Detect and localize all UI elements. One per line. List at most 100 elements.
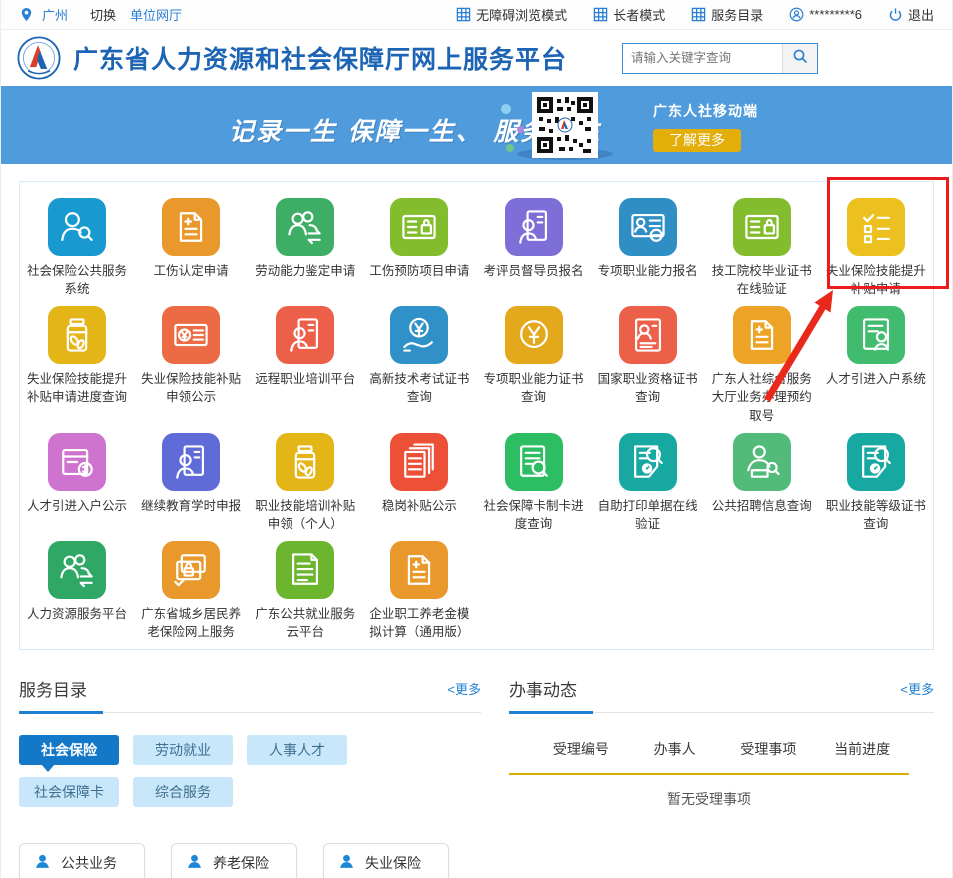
service-tile[interactable]: 职业技能培训补贴申领（个人） bbox=[248, 427, 362, 535]
catalog-tab[interactable]: 社会保险 bbox=[19, 735, 119, 765]
service-tile[interactable]: 工伤预防项目申请 bbox=[362, 192, 476, 300]
service-tile[interactable]: 稳岗补贴公示 bbox=[362, 427, 476, 535]
service-tile[interactable]: 公共招聘信息查询 bbox=[705, 427, 819, 535]
service-tile[interactable]: 专项职业能力报名 bbox=[591, 192, 705, 300]
accessibility-mode-button[interactable]: 无障碍浏览模式 bbox=[456, 5, 567, 24]
service-tile[interactable]: 失业保险技能提升补贴申请 bbox=[819, 192, 933, 300]
user-account-button[interactable]: *********6 bbox=[789, 7, 862, 22]
service-label: 高新技术考试证书查询 bbox=[366, 370, 472, 406]
activity-section: 办事动态 <更多 受理编号办事人受理事项当前进度 暂无受理事项 bbox=[509, 676, 934, 878]
activity-column-header: 当前进度 bbox=[815, 739, 909, 759]
person-icon bbox=[338, 853, 355, 873]
site-header: 广东省人力资源和社会保障厅网上服务平台 bbox=[1, 30, 952, 86]
service-tile[interactable]: 继续教育学时申报 bbox=[134, 427, 248, 535]
doc-search-person-icon bbox=[847, 306, 905, 364]
service-catalog-section: 服务目录 <更多 社会保险劳动就业人事人才社会保障卡综合服务 公共业务 养老保险 失… bbox=[19, 676, 481, 878]
activity-column-header: 受理事项 bbox=[722, 739, 816, 759]
service-tile[interactable]: 远程职业培训平台 bbox=[248, 300, 362, 426]
portal-page: 广州 切换 单位网厅 无障碍浏览模式 长者模式 服务目录 bbox=[0, 0, 953, 878]
location-label[interactable]: 广州 bbox=[42, 5, 68, 24]
grid-icon bbox=[456, 7, 471, 22]
service-tile[interactable]: 专项职业能力证书查询 bbox=[477, 300, 591, 426]
service-tile[interactable]: 技工院校毕业证书在线验证 bbox=[705, 192, 819, 300]
service-tile[interactable]: 失业保险技能提升补贴申请进度查询 bbox=[20, 300, 134, 426]
grid-icon bbox=[691, 7, 706, 22]
service-directory-button[interactable]: 服务目录 bbox=[691, 5, 763, 24]
service-label: 人力资源服务平台 bbox=[24, 605, 130, 623]
service-tile[interactable]: 社会保险公共服务系统 bbox=[20, 192, 134, 300]
username-label: *********6 bbox=[809, 7, 862, 22]
service-label: 远程职业培训平台 bbox=[252, 370, 358, 388]
service-label: 专项职业能力报名 bbox=[595, 262, 701, 280]
person-search-icon bbox=[48, 198, 106, 256]
service-tile[interactable]: 国家职业资格证书查询 bbox=[591, 300, 705, 426]
card-lock-icon bbox=[733, 198, 791, 256]
service-label: 稳岗补贴公示 bbox=[366, 497, 472, 515]
doc-search-at-icon bbox=[847, 433, 905, 491]
catalog-tab[interactable]: 人事人才 bbox=[247, 735, 347, 765]
activity-column-header: 受理编号 bbox=[534, 739, 628, 759]
catalog-button[interactable]: 养老保险 bbox=[171, 843, 297, 878]
service-tile[interactable]: 社会保障卡制卡进度查询 bbox=[477, 427, 591, 535]
catalog-more-link[interactable]: <更多 bbox=[447, 679, 481, 698]
activity-empty-text: 暂无受理事项 bbox=[509, 789, 909, 809]
search-box bbox=[622, 43, 818, 74]
logout-label: 退出 bbox=[908, 5, 934, 24]
service-tile[interactable]: 职业技能等级证书查询 bbox=[819, 427, 933, 535]
elder-mode-label: 长者模式 bbox=[613, 5, 665, 24]
card-lock-check-icon bbox=[162, 541, 220, 599]
catalog-title: 服务目录 bbox=[19, 681, 87, 700]
top-bar: 广州 切换 单位网厅 无障碍浏览模式 长者模式 服务目录 bbox=[1, 0, 952, 30]
docs-stack-icon bbox=[390, 433, 448, 491]
service-label: 职业技能培训补贴申领（个人） bbox=[252, 497, 358, 533]
activity-more-link[interactable]: <更多 bbox=[900, 679, 934, 698]
service-tile[interactable]: 失业保险技能补贴申领公示 bbox=[134, 300, 248, 426]
search-icon bbox=[792, 48, 808, 69]
qr-code bbox=[532, 92, 598, 158]
service-label: 公共招聘信息查询 bbox=[709, 497, 815, 515]
catalog-tab[interactable]: 综合服务 bbox=[133, 777, 233, 807]
service-tile[interactable]: 广东人社综合服务大厅业务办理预约取号 bbox=[705, 300, 819, 426]
service-tile[interactable]: 人才引进入户公示 bbox=[20, 427, 134, 535]
catalog-button[interactable]: 失业保险 bbox=[323, 843, 449, 878]
service-tile[interactable]: 广东公共就业服务云平台 bbox=[248, 535, 362, 643]
service-label: 考评员督导员报名 bbox=[481, 262, 587, 280]
catalog-button-label: 养老保险 bbox=[213, 853, 269, 873]
service-label: 企业职工养老金模拟计算（通用版） bbox=[366, 605, 472, 641]
service-tile[interactable]: 广东省城乡居民养老保险网上服务 bbox=[134, 535, 248, 643]
service-label: 人才引进入户公示 bbox=[24, 497, 130, 515]
hand-yen-icon bbox=[390, 306, 448, 364]
search-input[interactable] bbox=[623, 44, 782, 73]
grid-icon bbox=[593, 7, 608, 22]
doc-lines-icon bbox=[276, 541, 334, 599]
pill-bottle-icon bbox=[48, 306, 106, 364]
unit-portal-link[interactable]: 单位网厅 bbox=[130, 5, 182, 24]
person-icon bbox=[34, 853, 51, 873]
service-label: 人才引进入户系统 bbox=[823, 370, 929, 388]
catalog-tabs: 社会保险劳动就业人事人才社会保障卡综合服务 bbox=[19, 735, 379, 807]
service-tile[interactable]: 劳动能力鉴定申请 bbox=[248, 192, 362, 300]
user-icon bbox=[789, 7, 804, 22]
catalog-tab[interactable]: 社会保障卡 bbox=[19, 777, 119, 807]
services-grid: 社会保险公共服务系统工伤认定申请劳动能力鉴定申请工伤预防项目申请考评员督导员报名… bbox=[19, 181, 934, 650]
elder-mode-button[interactable]: 长者模式 bbox=[593, 5, 665, 24]
learn-more-button[interactable]: 了解更多 bbox=[653, 129, 741, 152]
service-tile[interactable]: 自助打印单据在线验证 bbox=[591, 427, 705, 535]
service-tile[interactable]: 工伤认定申请 bbox=[134, 192, 248, 300]
search-button[interactable] bbox=[782, 44, 817, 73]
logout-button[interactable]: 退出 bbox=[888, 5, 934, 24]
people-arrows-icon bbox=[48, 541, 106, 599]
service-tile[interactable]: 高新技术考试证书查询 bbox=[362, 300, 476, 426]
pill-bottle-icon bbox=[276, 433, 334, 491]
person-doc-icon bbox=[276, 306, 334, 364]
switch-link[interactable]: 切换 bbox=[90, 5, 116, 24]
catalog-tab[interactable]: 劳动就业 bbox=[133, 735, 233, 765]
service-tile[interactable]: 考评员督导员报名 bbox=[477, 192, 591, 300]
service-tile[interactable]: 企业职工养老金模拟计算（通用版） bbox=[362, 535, 476, 643]
catalog-title-underline bbox=[19, 711, 103, 714]
service-label: 失业保险技能提升补贴申请进度查询 bbox=[24, 370, 130, 406]
service-tile[interactable]: 人才引进入户系统 bbox=[819, 300, 933, 426]
catalog-button[interactable]: 公共业务 bbox=[19, 843, 145, 878]
service-tile[interactable]: 人力资源服务平台 bbox=[20, 535, 134, 643]
service-label: 广东人社综合服务大厅业务办理预约取号 bbox=[709, 370, 815, 424]
